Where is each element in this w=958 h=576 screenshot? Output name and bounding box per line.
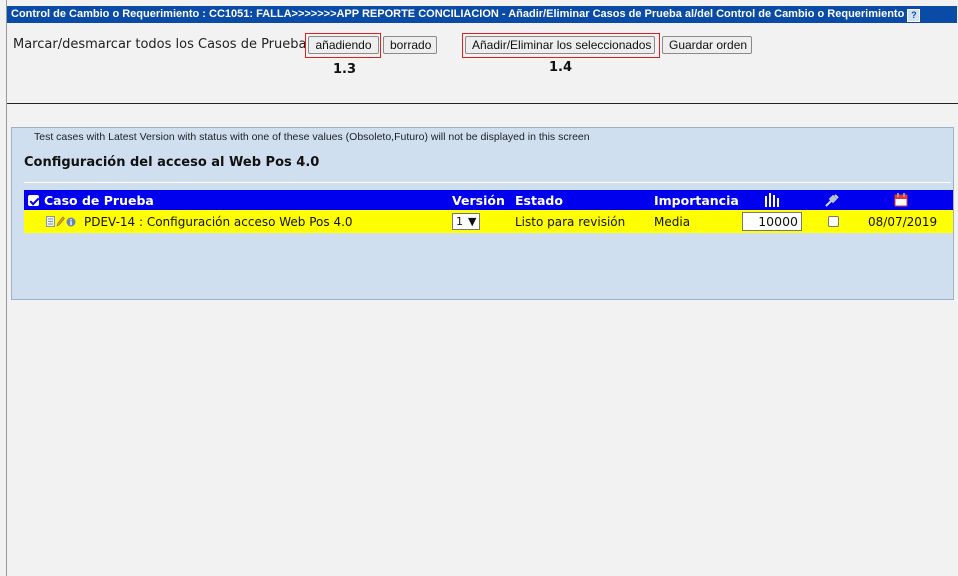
order-input-cell: 10000 — [742, 210, 802, 233]
highlight-box-add-remove — [462, 33, 660, 58]
help-icon[interactable]: ? — [907, 9, 921, 22]
step-label-1-4: 1.4 — [549, 60, 573, 75]
select-all-checkbox[interactable] — [28, 194, 39, 206]
header-version[interactable]: Versión — [452, 190, 505, 210]
order-input[interactable]: 10000 — [742, 212, 802, 231]
test-suite-panel: Test cases with Latest Version with stat… — [11, 127, 954, 300]
save-order-button[interactable]: Guardar orden — [662, 36, 752, 54]
date-text: 08/07/2019 — [868, 214, 938, 229]
chevron-down-icon: ▼ — [468, 215, 477, 228]
version-select[interactable]: 1 ▼ — [452, 213, 481, 230]
highlight-box-adding — [305, 33, 381, 58]
page-title: Control de Cambio o Requerimiento : CC10… — [11, 8, 905, 20]
divider — [7, 103, 958, 104]
header-status[interactable]: Estado — [515, 190, 563, 210]
table-row: PDEV-14 : Configuración acceso Web Pos 4… — [24, 210, 953, 233]
header-test-case[interactable]: Caso de Prueba — [44, 190, 154, 210]
status-text: Listo para revisión — [515, 214, 626, 229]
suite-title: Configuración del acceso al Web Pos 4.0 — [24, 155, 320, 170]
bar-chart-icon — [764, 190, 780, 210]
panel-divider — [24, 182, 951, 183]
document-icon[interactable] — [46, 216, 55, 227]
notice-text: Test cases with Latest Version with stat… — [34, 131, 590, 143]
calendar-icon — [894, 190, 908, 210]
step-label-1-3: 1.3 — [333, 62, 357, 77]
link-checkbox-cell — [828, 210, 839, 233]
header-importance[interactable]: Importancia — [654, 190, 739, 210]
mark-all-label: Marcar/desmarcar todos los Casos de Prue… — [13, 37, 341, 52]
table-header: Caso de Prueba Versión Estado Importanci… — [24, 190, 953, 210]
select-all-checkbox-cell — [28, 190, 39, 210]
title-bar: Control de Cambio o Requerimiento : CC10… — [7, 6, 957, 23]
removal-button[interactable]: borrado — [383, 36, 437, 54]
info-icon[interactable] — [66, 216, 76, 227]
plug-icon — [824, 190, 840, 210]
version-select-cell: 1 ▼ — [452, 210, 481, 233]
importance-text: Media — [654, 214, 691, 229]
version-select-value: 1 — [456, 215, 463, 228]
page: Control de Cambio o Requerimiento : CC10… — [6, 0, 958, 576]
link-checkbox[interactable] — [828, 216, 839, 227]
test-case-icons — [46, 210, 76, 233]
edit-icon[interactable] — [56, 216, 65, 227]
test-case-link[interactable]: PDEV-14 : Configuración acceso Web Pos 4… — [84, 210, 353, 233]
test-case-table: Caso de Prueba Versión Estado Importanci… — [24, 190, 953, 233]
